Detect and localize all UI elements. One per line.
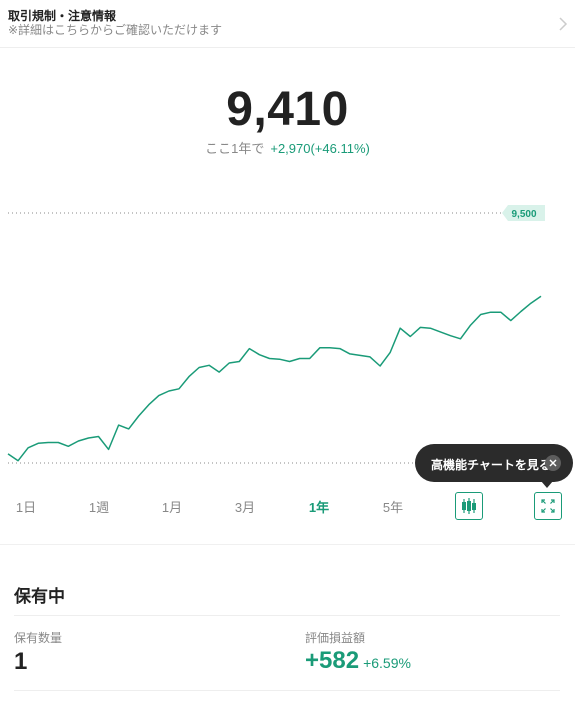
range-tab-1m[interactable]: 1月 (152, 497, 192, 516)
expand-icon (541, 499, 555, 513)
holding-title: 保有中 (14, 587, 65, 606)
range-tab-5y[interactable]: 5年 (373, 497, 413, 516)
holding-divider (14, 615, 560, 616)
notice-subtitle: ※詳細はこちらからご確認いただけます (8, 23, 223, 37)
price-series-line (7, 295, 542, 462)
price-chart[interactable]: 9,500 (0, 196, 575, 476)
change-period-label: ここ1年で (205, 141, 265, 156)
range-tab-1w[interactable]: 1週 (79, 497, 119, 516)
change-value: +2,970(+46.11%) (270, 141, 370, 156)
range-tab-1d[interactable]: 1日 (6, 497, 46, 516)
advanced-chart-tooltip[interactable]: 高機能チャートを見る (415, 444, 573, 482)
close-icon-glyph (549, 459, 557, 467)
expand-button[interactable] (534, 492, 562, 520)
tooltip-text: 高機能チャートを見る (431, 458, 551, 472)
pnl-label: 評価損益額 (305, 631, 366, 645)
section-divider (0, 544, 575, 545)
pnl-value: +582 (305, 647, 360, 674)
chevron-right-icon (559, 17, 568, 31)
close-icon[interactable] (545, 455, 561, 471)
quantity-label: 保有数量 (14, 631, 63, 645)
high-label: 9,500 (511, 209, 536, 220)
notice-bar[interactable]: 取引規制・注意情報 ※詳細はこちらからご確認いただけます (0, 0, 575, 48)
tooltip-arrow (541, 481, 553, 488)
candlestick-button[interactable] (455, 492, 483, 520)
quantity-value: 1 (14, 648, 28, 675)
price-change: ここ1年で +2,970(+46.11%) (0, 138, 575, 157)
range-tab-3m[interactable]: 3月 (225, 497, 265, 516)
holding-bottom-divider (14, 690, 560, 691)
pnl-value-group: +582 +6.59% (305, 647, 411, 675)
candlestick-icon (462, 498, 476, 514)
high-label-badge: 9,500 (502, 205, 545, 221)
current-price: 9,410 (226, 83, 349, 136)
pnl-percent: +6.59% (363, 655, 411, 671)
range-tab-1y[interactable]: 1年 (299, 497, 339, 516)
